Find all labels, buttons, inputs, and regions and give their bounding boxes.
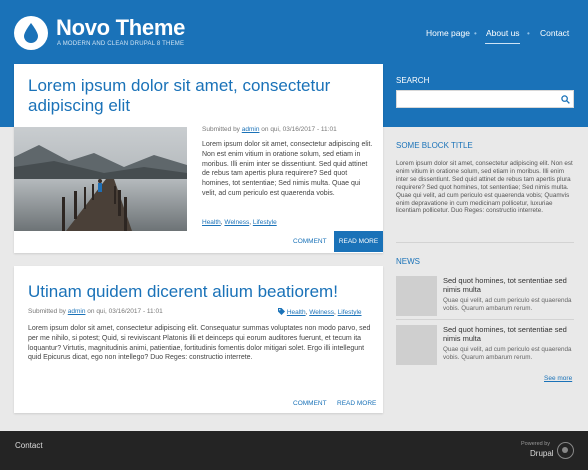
submitted-label: Submitted by <box>202 126 240 133</box>
article-title[interactable]: Lorem ipsum dolor sit amet, consectetur … <box>28 76 368 116</box>
comment-button[interactable]: COMMENT <box>293 400 327 407</box>
article-meta: Submitted by admin on qui, 03/16/2017 - … <box>28 308 163 315</box>
article-tags: Health, Welness, Lifestyle <box>202 219 277 226</box>
news-item-body: Quae qui velit, ad cum periculo est quae… <box>443 297 572 312</box>
tag-link-lifestyle[interactable]: Lifestyle <box>253 219 277 226</box>
news-thumbnail[interactable] <box>396 325 437 365</box>
comment-button[interactable]: COMMENT <box>293 238 327 245</box>
nav-active-indicator <box>485 43 520 44</box>
article-date: on qui, 03/16/2017 - 11:01 <box>261 126 337 133</box>
article-image[interactable] <box>14 127 187 231</box>
nav-item-about-us[interactable]: About us <box>486 28 520 38</box>
site-name[interactable]: Novo Theme <box>56 15 185 41</box>
nav-separator: • <box>527 29 530 38</box>
site-header: Novo Theme A MODERN AND CLEAN DRUPAL 8 T… <box>0 0 588 64</box>
tag-link-health[interactable]: Health <box>202 219 221 226</box>
water-drop-icon <box>24 23 38 43</box>
read-more-button[interactable]: READ MORE <box>337 400 376 407</box>
search-icon[interactable] <box>561 95 570 104</box>
block-title: SOME BLOCK TITLE <box>396 141 473 150</box>
article-tags: Health, Welness, Lifestyle <box>278 308 362 316</box>
drupal-icon <box>557 442 574 459</box>
author-link[interactable]: admin <box>242 126 260 133</box>
article-card: Lorem ipsum dolor sit amet, consectetur … <box>14 64 383 253</box>
news-item-title[interactable]: Sed quot homines, tot sententiae sed nim… <box>443 276 575 294</box>
tag-link-welness[interactable]: Welness <box>309 309 334 316</box>
nav-item-home-page[interactable]: Home page <box>426 28 470 38</box>
powered-by-label: Powered by <box>521 441 551 447</box>
drupal-label[interactable]: Drupal <box>530 449 554 458</box>
site-footer: Contact Powered by Drupal <box>0 431 588 470</box>
tag-link-lifestyle[interactable]: Lifestyle <box>338 309 362 316</box>
tag-link-health[interactable]: Health <box>287 309 306 316</box>
see-more-link[interactable]: See more <box>544 375 572 382</box>
news-block-title: NEWS <box>396 257 420 266</box>
footer-contact-link[interactable]: Contact <box>15 441 43 450</box>
submitted-label: Submitted by <box>28 308 66 315</box>
article-meta: Submitted by admin on qui, 03/16/2017 - … <box>202 126 337 133</box>
news-thumbnail[interactable] <box>396 276 437 316</box>
search-block-title: SEARCH <box>396 76 430 85</box>
site-slogan: A MODERN AND CLEAN DRUPAL 8 THEME <box>57 41 185 47</box>
read-more-button[interactable]: READ MORE <box>334 231 383 252</box>
site-logo[interactable] <box>14 16 48 50</box>
divider <box>396 242 574 243</box>
nav-separator: • <box>474 29 477 38</box>
article-date: on qui, 03/16/2017 - 11:01 <box>87 308 163 315</box>
article-card: Utinam quidem dicerent alium beatiorem! … <box>14 266 383 413</box>
divider <box>396 319 574 320</box>
author-link[interactable]: admin <box>68 308 86 315</box>
article-body: Lorem ipsum dolor sit amet, consectetur … <box>202 141 373 197</box>
news-item-title[interactable]: Sed quot homines, tot sententiae sed nim… <box>443 325 575 343</box>
article-body: Lorem ipsum dolor sit amet, consectetur … <box>28 325 371 362</box>
article-title[interactable]: Utinam quidem dicerent alium beatiorem! <box>28 282 368 302</box>
tag-icon <box>278 308 285 315</box>
tag-link-welness[interactable]: Welness <box>224 219 249 226</box>
news-item-body: Quae qui velit, ad cum periculo est quae… <box>443 346 572 361</box>
nav-item-contact[interactable]: Contact <box>540 28 569 38</box>
block-body: Lorem ipsum dolor sit amet, consectetur … <box>396 160 573 215</box>
search-input[interactable] <box>396 90 574 108</box>
